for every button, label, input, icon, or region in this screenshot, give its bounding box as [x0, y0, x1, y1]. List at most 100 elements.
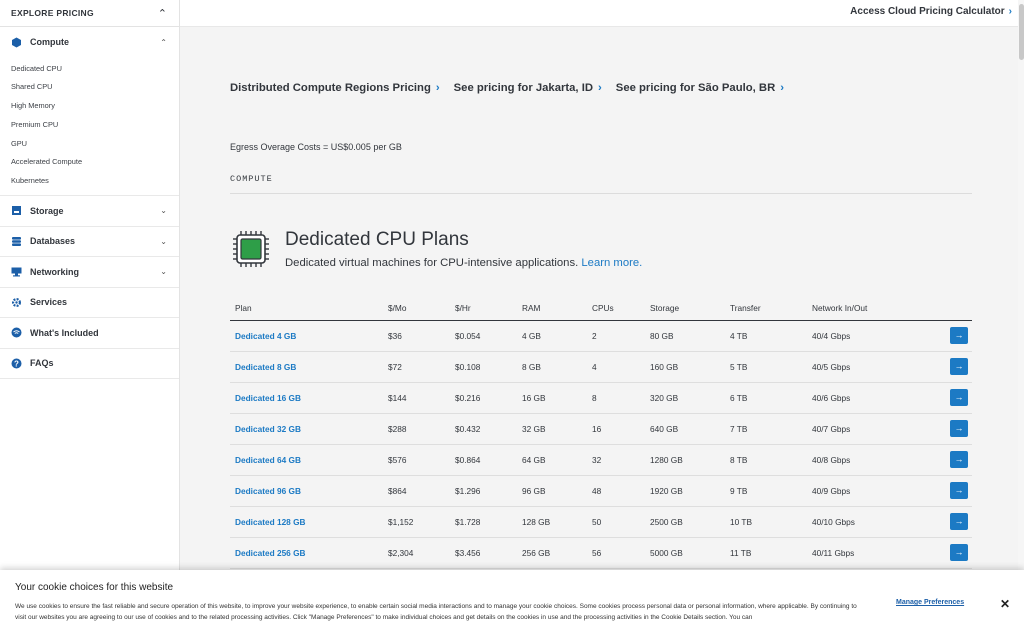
sidebar-item-storage[interactable]: Storage ⌄: [0, 196, 179, 227]
sidebar-item-compute[interactable]: Compute ⌃: [0, 27, 179, 58]
table-row: Dedicated 128 GB $1,152 $1.728 128 GB 50…: [230, 506, 972, 538]
column-header-action: [927, 296, 972, 321]
jakarta-pricing-link[interactable]: See pricing for Jakarta, ID ›: [454, 82, 602, 94]
sidebar-item-label: Databases: [30, 236, 76, 247]
sidebar-item-faqs[interactable]: ? FAQs: [0, 349, 179, 380]
plan-header: Dedicated CPU Plans Dedicated virtual ma…: [232, 229, 642, 269]
pricing-calculator-link[interactable]: Access Cloud Pricing Calculator ›: [850, 6, 1012, 17]
chevron-up-icon[interactable]: ⌃: [160, 38, 167, 47]
monthly-price: $144: [383, 382, 450, 414]
compute-submenu: Dedicated CPU Shared CPU High Memory Pre…: [0, 58, 179, 197]
cpu-count: 56: [587, 537, 645, 569]
storage-value: 80 GB: [645, 320, 725, 352]
cpu-count: 50: [587, 506, 645, 538]
arrow-right-icon[interactable]: →: [950, 544, 968, 561]
column-header-plan: Plan: [230, 296, 383, 321]
plan-link[interactable]: Dedicated 256 GB: [235, 548, 306, 558]
network-value: 40/10 Gbps: [807, 506, 927, 538]
hourly-price: $1.728: [450, 506, 517, 538]
arrow-right-icon[interactable]: →: [950, 513, 968, 530]
storage-value: 320 GB: [645, 382, 725, 414]
transfer-value: 5 TB: [725, 351, 807, 383]
column-header-ram: RAM: [517, 296, 587, 321]
arrow-right-icon[interactable]: →: [950, 420, 968, 437]
ram-value: 256 GB: [517, 537, 587, 569]
learn-more-link[interactable]: Learn more.: [581, 257, 642, 269]
network-value: 40/7 Gbps: [807, 413, 927, 445]
table-row: Dedicated 64 GB $576 $0.864 64 GB 32 128…: [230, 444, 972, 476]
chevron-down-icon[interactable]: ⌄: [160, 267, 167, 276]
submenu-item-premium-cpu[interactable]: Premium CPU: [0, 116, 179, 135]
close-icon[interactable]: ✕: [1000, 597, 1010, 611]
scrollbar[interactable]: [1018, 0, 1024, 626]
chevron-up-icon[interactable]: ⌃: [158, 7, 167, 20]
manage-preferences-link[interactable]: Manage Preferences: [896, 599, 964, 606]
arrow-right-icon[interactable]: →: [950, 451, 968, 468]
arrow-right-icon[interactable]: →: [950, 482, 968, 499]
ram-value: 128 GB: [517, 506, 587, 538]
transfer-value: 10 TB: [725, 506, 807, 538]
table-row: Dedicated 32 GB $288 $0.432 32 GB 16 640…: [230, 413, 972, 445]
sidebar-item-label: What's Included: [30, 327, 99, 338]
sidebar-item-databases[interactable]: Databases ⌄: [0, 227, 179, 258]
submenu-item-gpu[interactable]: GPU: [0, 135, 179, 154]
transfer-value: 6 TB: [725, 382, 807, 414]
plan-link[interactable]: Dedicated 96 GB: [235, 486, 301, 496]
storage-value: 160 GB: [645, 351, 725, 383]
explore-pricing-header[interactable]: EXPLORE PRICING ⌃: [0, 0, 179, 27]
table-header-row: Plan $/Mo $/Hr RAM CPUs Storage Transfer…: [230, 296, 972, 321]
network-value: 40/9 Gbps: [807, 475, 927, 507]
monthly-price: $288: [383, 413, 450, 445]
plan-cell: Dedicated 256 GB: [230, 537, 383, 569]
plan-link[interactable]: Dedicated 32 GB: [235, 424, 301, 434]
plan-link[interactable]: Dedicated 8 GB: [235, 362, 296, 372]
ram-value: 96 GB: [517, 475, 587, 507]
plan-link[interactable]: Dedicated 128 GB: [235, 517, 306, 527]
plan-link[interactable]: Dedicated 16 GB: [235, 393, 301, 403]
submenu-item-kubernetes[interactable]: Kubernetes: [0, 172, 179, 191]
table-row: Dedicated 4 GB $36 $0.054 4 GB 2 80 GB 4…: [230, 320, 972, 352]
submenu-item-dedicated-cpu[interactable]: Dedicated CPU: [0, 60, 179, 79]
monthly-price: $864: [383, 475, 450, 507]
plan-cell: Dedicated 96 GB: [230, 475, 383, 507]
sidebar-item-networking[interactable]: Networking ⌄: [0, 257, 179, 288]
plan-cell: Dedicated 64 GB: [230, 444, 383, 476]
cpu-count: 32: [587, 444, 645, 476]
network-value: 40/8 Gbps: [807, 444, 927, 476]
chevron-right-icon: ›: [1008, 6, 1012, 17]
action-cell: →: [927, 320, 972, 352]
plan-cell: Dedicated 128 GB: [230, 506, 383, 538]
action-cell: →: [927, 351, 972, 383]
arrow-right-icon[interactable]: →: [950, 358, 968, 375]
distributed-regions-link[interactable]: Distributed Compute Regions Pricing ›: [230, 82, 440, 94]
submenu-item-accelerated-compute[interactable]: Accelerated Compute: [0, 153, 179, 172]
scrollbar-thumb[interactable]: [1019, 4, 1024, 60]
chevron-down-icon[interactable]: ⌄: [160, 206, 167, 215]
question-icon: ?: [11, 358, 22, 369]
network-value: 40/4 Gbps: [807, 320, 927, 352]
database-icon: [11, 236, 22, 247]
wifi-icon: [11, 327, 22, 338]
sao-paulo-pricing-link[interactable]: See pricing for São Paulo, BR ›: [616, 82, 784, 94]
arrow-right-icon[interactable]: →: [950, 389, 968, 406]
arrow-right-icon[interactable]: →: [950, 327, 968, 344]
pricing-sidebar: EXPLORE PRICING ⌃ Compute ⌃ Dedicated CP…: [0, 0, 180, 626]
ram-value: 64 GB: [517, 444, 587, 476]
plan-link[interactable]: Dedicated 4 GB: [235, 331, 296, 341]
sidebar-item-whats-included[interactable]: What's Included: [0, 318, 179, 349]
monthly-price: $2,304: [383, 537, 450, 569]
plan-link[interactable]: Dedicated 64 GB: [235, 455, 301, 465]
submenu-item-high-memory[interactable]: High Memory: [0, 97, 179, 116]
plan-cell: Dedicated 4 GB: [230, 320, 383, 352]
plan-subtitle: Dedicated virtual machines for CPU-inten…: [285, 257, 579, 269]
action-cell: →: [927, 475, 972, 507]
egress-cost-note: Egress Overage Costs = US$0.005 per GB: [230, 142, 402, 152]
chevron-down-icon[interactable]: ⌄: [160, 237, 167, 246]
storage-value: 2500 GB: [645, 506, 725, 538]
sidebar-item-services[interactable]: Services: [0, 288, 179, 319]
submenu-item-shared-cpu[interactable]: Shared CPU: [0, 78, 179, 97]
cpu-chip-icon: [232, 230, 270, 268]
chevron-right-icon: ›: [780, 82, 784, 94]
pricing-calculator-label: Access Cloud Pricing Calculator: [850, 6, 1005, 17]
storage-value: 1920 GB: [645, 475, 725, 507]
